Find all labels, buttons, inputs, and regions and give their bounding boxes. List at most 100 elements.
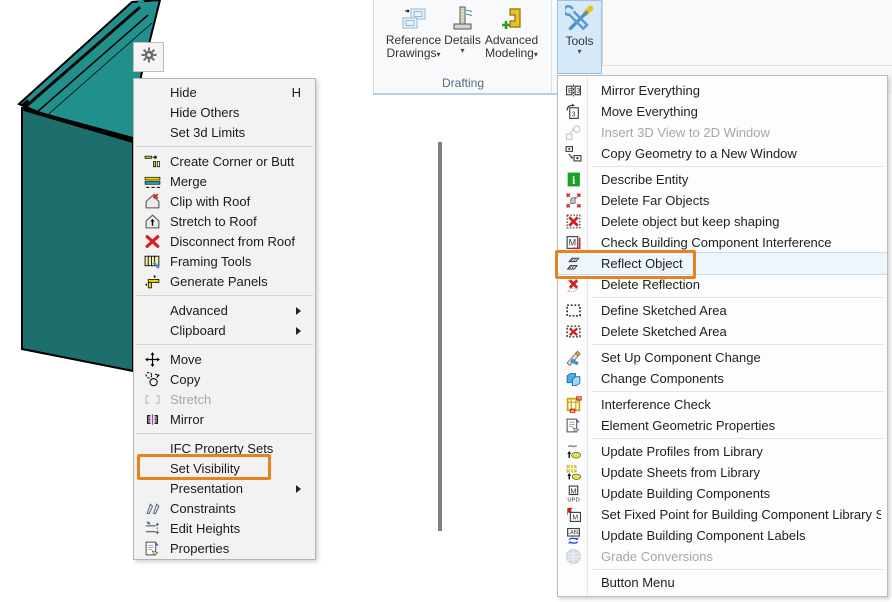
menu-item-label: Set Fixed Point for Building Component L… [588, 507, 881, 522]
menu-item-describe-entity[interactable]: i Describe Entity [558, 169, 887, 190]
delete-keep-shaping-icon [558, 212, 588, 232]
menu-item-properties[interactable]: Properties [134, 538, 315, 558]
menu-item-update-sheets-from-library[interactable]: Update Sheets from Library [558, 462, 887, 483]
reference-drawings-button[interactable]: ReferenceDrawings▾ [386, 3, 442, 61]
menu-item-set-fixed-point-for-building-component-library-swap[interactable]: MSet Fixed Point for Building Component … [558, 504, 887, 525]
menu-item-framing-tools[interactable]: Framing Tools [134, 251, 315, 271]
menu-item-change-components[interactable]: Change Components [558, 368, 887, 389]
menu-item-clipboard[interactable]: Clipboard [134, 320, 315, 340]
menu-item-label: Disconnect from Roof [168, 234, 301, 249]
menu-item-set-up-component-change[interactable]: Set Up Component Change [558, 347, 887, 368]
menu-item-mirror[interactable]: Mirror [134, 409, 315, 429]
svg-text:i: i [572, 175, 575, 187]
move-icon [140, 350, 164, 368]
svg-text:UPD: UPD [567, 497, 579, 502]
menu-item-stretch-to-roof[interactable]: Stretch to Roof [134, 211, 315, 231]
menu-item-merge[interactable]: Merge [134, 171, 315, 191]
menu-item-label: IFC Property Sets [168, 441, 301, 456]
menu-item-check-building-component-interference[interactable]: MCheck Building Component Interference [558, 232, 887, 253]
no-icon [558, 573, 588, 593]
menu-item-hide-others[interactable]: Hide Others [134, 102, 315, 122]
menu-item-element-geometric-properties[interactable]: Element Geometric Properties [558, 415, 887, 436]
menu-separator [592, 438, 883, 439]
properties-icon [140, 539, 164, 557]
menu-item-presentation[interactable]: Presentation [134, 478, 315, 498]
mirror-icon [140, 410, 164, 428]
wall-plan-line[interactable] [438, 142, 442, 531]
copy-icon [140, 370, 164, 388]
menu-item-update-profiles-from-library[interactable]: Update Profiles from Library [558, 441, 887, 462]
red-x-icon [140, 232, 164, 250]
menu-item-clip-with-roof[interactable]: Clip with Roof [134, 191, 315, 211]
menu-item-copy[interactable]: Copy [134, 369, 315, 389]
details-icon [449, 4, 477, 34]
change-components-icon [558, 369, 588, 389]
menu-item-create-corner-or-butt[interactable]: Create Corner or Butt [134, 151, 315, 171]
tools-icon [565, 5, 595, 35]
gear-button[interactable] [133, 42, 164, 72]
menu-item-shortcut: H [292, 85, 307, 100]
menu-item-delete-reflection[interactable]: Delete Reflection [558, 274, 887, 295]
delete-reflection-icon [558, 275, 588, 295]
menu-item-advanced[interactable]: Advanced [134, 300, 315, 320]
menu-item-label: Edit Heights [168, 521, 301, 536]
move-everything-icon: 3 [558, 102, 588, 122]
insert-3d-view-icon [558, 123, 588, 143]
menu-item-update-building-component-labels[interactable]: LABLUpdate Building Component Labels [558, 525, 887, 546]
details-button[interactable]: Details▾ [444, 3, 482, 61]
menu-item-mirror-everything[interactable]: E3Mirror Everything [558, 80, 887, 101]
menu-separator [592, 344, 883, 345]
wall-panel-front-face [22, 108, 133, 371]
menu-item-label: Constraints [168, 501, 301, 516]
menu-item-hide[interactable]: HideH [134, 82, 315, 102]
menu-item-label: Merge [168, 174, 301, 189]
tools-dropdown-menu: E3Mirror Everything3Move EverythingInser… [557, 75, 888, 597]
advanced-modeling-button[interactable]: AdvancedModeling▾ [484, 3, 540, 61]
menu-item-copy-geometry-to-a-new-window[interactable]: Copy Geometry to a New Window [558, 143, 887, 164]
svg-text:E: E [567, 88, 572, 95]
menu-item-reflect-object[interactable]: Reflect Object [558, 252, 887, 275]
menu-item-set-visibility[interactable]: Set Visibility [134, 458, 315, 478]
svg-text:3: 3 [571, 111, 575, 118]
menu-item-generate-panels[interactable]: Generate Panels [134, 271, 315, 291]
menu-item-label: Update Sheets from Library [588, 465, 881, 480]
menu-item-button-menu[interactable]: Button Menu [558, 572, 887, 593]
menu-item-edit-heights[interactable]: Edit Heights [134, 518, 315, 538]
menu-item-delete-sketched-area[interactable]: Delete Sketched Area [558, 321, 887, 342]
menu-item-update-building-components[interactable]: MUPDUpdate Building Components [558, 483, 887, 504]
ribbon-right-separator [602, 0, 603, 65]
menu-item-label: Hide [168, 85, 292, 100]
menu-item-move-everything[interactable]: 3Move Everything [558, 101, 887, 122]
describe-entity-icon: i [558, 170, 588, 190]
menu-item-label: Stretch [168, 392, 301, 407]
tools-button[interactable]: Tools ▾ [557, 0, 602, 74]
menu-item-set-3d-limits[interactable]: Set 3d Limits [134, 122, 315, 142]
menu-item-label: Clipboard [168, 323, 296, 338]
menu-item-disconnect-from-roof[interactable]: Disconnect from Roof [134, 231, 315, 251]
menu-item-label: Copy Geometry to a New Window [588, 146, 881, 161]
menu-item-label: Move [168, 352, 301, 367]
menu-item-label: Advanced [168, 303, 296, 318]
define-sketched-area-icon [558, 301, 588, 321]
menu-separator [136, 344, 313, 345]
menu-item-label: Delete Sketched Area [588, 324, 881, 339]
clip-roof-icon [140, 192, 164, 210]
mirror-everything-icon: E3 [558, 81, 588, 101]
merge-icon [140, 172, 164, 190]
constraints-icon [140, 499, 164, 517]
menu-item-move[interactable]: Move [134, 349, 315, 369]
menu-item-label: Update Building Component Labels [588, 528, 881, 543]
no-icon [140, 321, 164, 339]
menu-item-label: Update Building Components [588, 486, 881, 501]
menu-item-delete-far-objects[interactable]: Delete Far Objects [558, 190, 887, 211]
menu-item-label: Copy [168, 372, 301, 387]
menu-item-define-sketched-area[interactable]: Define Sketched Area [558, 300, 887, 321]
menu-item-constraints[interactable]: Constraints [134, 498, 315, 518]
submenu-arrow-icon [296, 481, 307, 496]
menu-item-label: Describe Entity [588, 172, 881, 187]
menu-item-interference-check[interactable]: Interference Check [558, 394, 887, 415]
menu-item-ifc-property-sets[interactable]: IFC Property Sets [134, 438, 315, 458]
ribbon-bottom-line [373, 93, 557, 95]
menu-item-label: Change Components [588, 371, 881, 386]
menu-item-delete-object-but-keep-shaping[interactable]: Delete object but keep shaping [558, 211, 887, 232]
